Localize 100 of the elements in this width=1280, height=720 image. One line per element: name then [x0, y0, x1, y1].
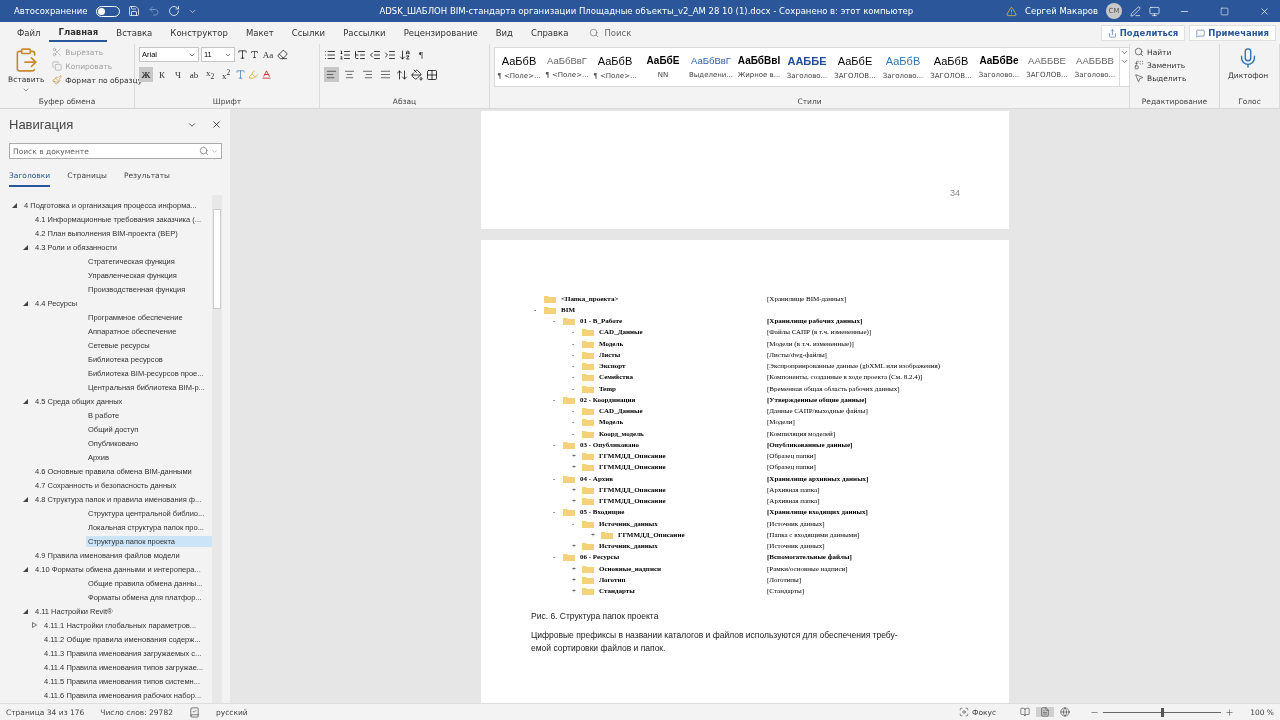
pilcrow-button[interactable]: ¶ [414, 47, 428, 62]
folder-icon [582, 384, 594, 393]
folder-icon [582, 564, 594, 573]
user-name: Сергей Макаров [1025, 6, 1098, 16]
ribbon-tab[interactable]: Справка [522, 25, 578, 41]
format-button[interactable]: Ч [171, 67, 185, 82]
format-button[interactable]: Ж [139, 67, 153, 82]
line-spacing-icon [396, 68, 408, 81]
folder-icon [563, 317, 575, 326]
change-case-button[interactable]: Aa [261, 47, 275, 62]
share-button[interactable]: Поделиться [1100, 25, 1186, 41]
expanded-arrow-icon[interactable] [23, 398, 28, 404]
autosave-label: Автосохранение [14, 6, 88, 16]
folder-icon [582, 328, 594, 337]
scrollbar[interactable] [212, 195, 222, 703]
expanded-arrow-icon[interactable] [12, 202, 17, 208]
folder-icon [582, 373, 594, 382]
zoom-in-icon [1225, 707, 1235, 717]
indent-increase-icon [384, 48, 396, 61]
pen-icon [1130, 5, 1141, 17]
search-icon [589, 28, 600, 38]
caret-icon [211, 147, 218, 155]
focus-icon [959, 707, 970, 717]
save-icon [127, 5, 140, 17]
multilevel-list-icon [354, 48, 366, 61]
indent-decrease-icon [369, 48, 381, 61]
close-icon [211, 119, 222, 130]
maximize-icon [1219, 6, 1229, 16]
folder-icon [544, 305, 556, 314]
body-paragraph: Цифровые префиксы в названии каталогов и файлов используются для обеспечения требу- емой сортировки файлов и папок. [531, 628, 899, 655]
sort-icon [399, 48, 411, 61]
font-color-icon [261, 69, 272, 80]
ribbon-tab[interactable]: Главная [49, 24, 108, 42]
scissors-icon [52, 47, 63, 57]
expanded-arrow-icon[interactable] [23, 496, 28, 502]
close-icon [1258, 5, 1270, 17]
expanded-arrow-icon[interactable] [23, 244, 28, 250]
shading-icon [411, 68, 423, 81]
search-icon [199, 146, 209, 156]
folder-icon [582, 542, 594, 551]
comment-icon [1196, 28, 1206, 38]
figure-caption: Рис. 6. Структура папок проекта [531, 610, 660, 621]
folder-icon [544, 294, 556, 303]
folder-icon [582, 497, 594, 506]
eraser-icon [277, 49, 288, 60]
folder-icon [582, 463, 594, 472]
folder-icon [582, 587, 594, 596]
folder-icon [582, 418, 594, 427]
folder-icon [563, 395, 575, 404]
ribbon-tab[interactable]: Рецензирование [394, 25, 487, 41]
gallery-scrollbar[interactable] [1119, 48, 1129, 86]
folder-icon [563, 553, 575, 562]
format-button[interactable]: ab [187, 67, 201, 82]
search-field[interactable]: Поиск [589, 28, 632, 38]
ribbon-tab[interactable]: Рассылки [334, 25, 395, 41]
folder-icon [582, 407, 594, 416]
folder-icon [563, 440, 575, 449]
pointer-icon [1134, 73, 1144, 83]
ribbon-tab[interactable]: Файл [8, 25, 50, 41]
expanded-arrow-icon[interactable] [23, 566, 28, 572]
copy-icon [52, 61, 63, 71]
proofing-icon [188, 706, 200, 718]
format-button[interactable]: x$_{2}$ [203, 67, 217, 82]
format-button[interactable]: x$^{2}$ [219, 67, 233, 82]
text-effects-icon [235, 69, 246, 80]
highlighter-icon [248, 69, 259, 80]
folder-icon [601, 530, 613, 539]
expanded-arrow-icon[interactable] [23, 300, 28, 306]
ribbon-tab[interactable]: Макет [236, 25, 283, 41]
format-button[interactable]: К [155, 67, 169, 82]
folder-icon [582, 339, 594, 348]
numbering-icon [339, 48, 351, 61]
expanded-arrow-icon[interactable] [23, 608, 28, 614]
comments-button[interactable]: Примечания [1189, 25, 1276, 41]
align-button[interactable] [324, 67, 339, 82]
folder-icon [582, 485, 594, 494]
ribbon-tab[interactable]: Вставка [107, 25, 162, 41]
borders-icon [426, 68, 438, 81]
folder-icon [582, 429, 594, 438]
search-icon [1134, 47, 1144, 57]
zoom-thumb[interactable] [1161, 707, 1165, 717]
undo-icon [147, 5, 160, 17]
caret-icon [22, 86, 31, 94]
pane-title: Навигация [9, 117, 74, 132]
folder-icon [582, 452, 594, 461]
view-button[interactable] [1036, 707, 1055, 717]
redo-icon [167, 5, 180, 17]
folder-icon [582, 362, 594, 371]
warning-icon [1006, 5, 1017, 17]
share-icon [1107, 28, 1117, 38]
page-number: 34 [950, 188, 960, 198]
folder-icon [563, 508, 575, 517]
window-title: ADSK_ШАБЛОН BIM-стандарта организации Площадные объекты_v2_AM 28 10 (1).docx - Сохранено в: этот компьютер [378, 6, 915, 16]
ribbon-tab[interactable]: Конструктор [161, 25, 237, 41]
ribbon-tab[interactable]: Ссылки [282, 25, 335, 41]
collapsed-arrow-icon[interactable] [32, 622, 37, 628]
folder-icon [582, 350, 594, 359]
bullets-icon [324, 48, 336, 61]
ribbon-tab[interactable]: Вид [486, 25, 522, 41]
display-icon [1149, 5, 1160, 17]
